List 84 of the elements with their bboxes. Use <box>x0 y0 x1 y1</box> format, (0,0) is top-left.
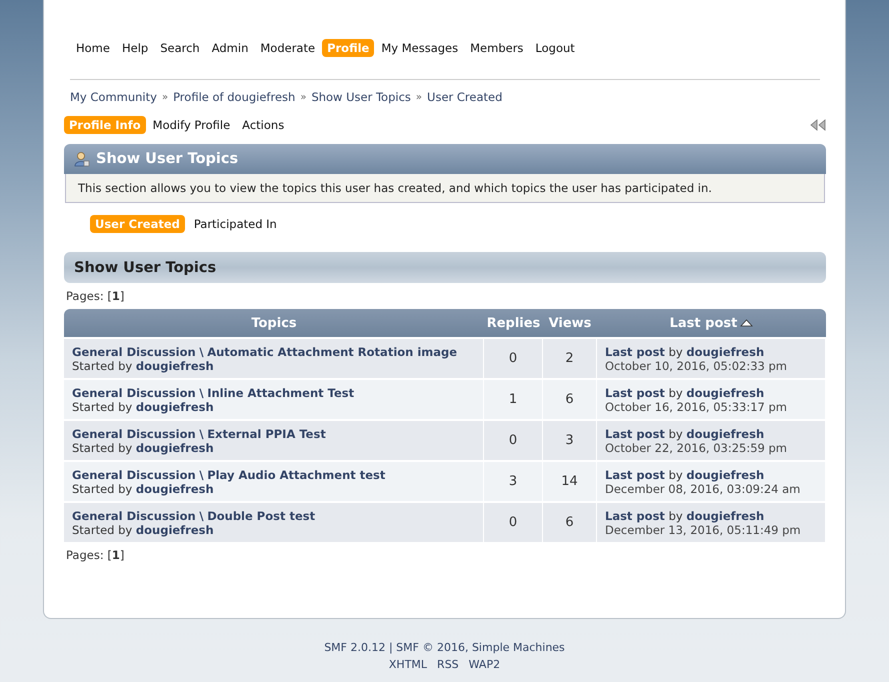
topic-link[interactable]: Inline Attachment Test <box>207 386 354 400</box>
member-link[interactable]: dougiefresh <box>686 426 764 440</box>
member-link[interactable]: dougiefresh <box>686 468 764 482</box>
views-count: 6 <box>565 515 574 530</box>
by-label: by <box>668 386 683 400</box>
views-count: 14 <box>561 474 578 489</box>
path-separator: \ <box>199 344 204 358</box>
footer-link[interactable]: XHTML <box>388 658 428 671</box>
post-date: October 22, 2016, 03:25:59 pm <box>605 440 788 454</box>
member-link[interactable]: dougiefresh <box>136 440 214 454</box>
by-label: by <box>668 426 683 440</box>
replies-count: 1 <box>508 392 518 407</box>
topic-link[interactable]: Double Post test <box>207 508 316 522</box>
menu-item[interactable]: Search <box>155 39 205 57</box>
breadcrumb-link[interactable]: User Created <box>427 90 502 104</box>
last-post-link[interactable]: Last post <box>605 426 665 440</box>
board-link[interactable]: General Discussion <box>72 508 196 522</box>
last-post-link[interactable]: Last post <box>605 386 665 400</box>
topic-link[interactable]: Play Audio Attachment test <box>207 468 386 482</box>
path-separator: \ <box>199 508 204 522</box>
member-link[interactable]: dougiefresh <box>136 482 214 496</box>
member-link[interactable]: dougiefresh <box>686 344 764 358</box>
board-link[interactable]: General Discussion <box>72 344 196 358</box>
member-link[interactable]: dougiefresh <box>686 508 764 522</box>
breadcrumb-link[interactable]: My Community <box>70 90 157 104</box>
topics-header: Show User Topics <box>64 252 826 283</box>
collapse-icon[interactable] <box>810 119 826 131</box>
board-link[interactable]: General Discussion <box>72 386 196 400</box>
by-label: by <box>668 508 683 522</box>
last-post-link[interactable]: Last post <box>605 344 665 358</box>
footer-link[interactable]: WAP2 <box>468 658 500 671</box>
menu-item[interactable]: Logout <box>530 39 580 57</box>
copyright-text: SMF 2.0.12 | SMF © 2016, Simple Machines <box>323 641 566 654</box>
menu-item[interactable]: My Messages <box>376 39 464 57</box>
menu-item[interactable]: Members <box>465 39 528 57</box>
user-icon <box>74 151 90 167</box>
breadcrumb-separator: » <box>162 92 168 102</box>
profile-tab[interactable]: Actions <box>237 116 290 134</box>
replies-count: 0 <box>508 351 518 366</box>
path-separator: \ <box>199 426 204 440</box>
board-link[interactable]: General Discussion <box>72 468 196 482</box>
started-label: Started by <box>72 400 132 414</box>
member-link[interactable]: dougiefresh <box>136 522 214 536</box>
breadcrumb-separator: » <box>416 92 422 102</box>
replies-count: 0 <box>508 515 518 530</box>
post-date: October 10, 2016, 05:02:33 pm <box>605 358 788 372</box>
menu-item[interactable]: Home <box>71 39 115 57</box>
section-description: This section allows you to view the topics this user has created, and which topics the user has participated in. <box>65 174 825 203</box>
replies-count: 0 <box>508 433 518 448</box>
started-label: Started by <box>72 482 132 496</box>
replies-count: 3 <box>508 474 518 489</box>
profile-tab[interactable]: Modify Profile <box>148 116 236 134</box>
views-count: 2 <box>565 351 574 366</box>
path-separator: \ <box>199 468 204 482</box>
started-label: Started by <box>72 522 132 536</box>
page-index: Pages: [1] <box>66 289 126 303</box>
breadcrumb-link[interactable]: Show User Topics <box>311 90 411 104</box>
path-separator: \ <box>199 386 204 400</box>
post-date: October 16, 2016, 05:33:17 pm <box>605 400 788 414</box>
views-count: 3 <box>565 433 574 448</box>
views-count: 6 <box>565 392 574 407</box>
topic-link[interactable]: External PPIA Test <box>207 426 326 440</box>
page-index: Pages: [1] <box>66 548 126 562</box>
breadcrumb-separator: » <box>300 92 306 102</box>
sub-tab[interactable]: Participated In <box>188 215 282 233</box>
member-link[interactable]: dougiefresh <box>136 358 214 372</box>
last-post-link[interactable]: Last post <box>605 508 665 522</box>
menu-item[interactable]: Moderate <box>255 39 320 57</box>
post-date: December 08, 2016, 03:09:24 am <box>605 482 800 496</box>
breadcrumb-link[interactable]: Profile of dougiefresh <box>173 90 296 104</box>
board-link[interactable]: General Discussion <box>72 426 196 440</box>
menu-item[interactable]: Help <box>116 39 154 57</box>
footer-link[interactable]: RSS <box>437 658 459 671</box>
post-date: December 13, 2016, 05:11:49 pm <box>605 522 801 536</box>
started-label: Started by <box>72 358 132 372</box>
started-label: Started by <box>72 440 132 454</box>
member-link[interactable]: dougiefresh <box>136 400 214 414</box>
last-post-link[interactable]: Last post <box>605 468 665 482</box>
menu-item[interactable]: Admin <box>206 39 254 57</box>
by-label: by <box>668 468 683 482</box>
by-label: by <box>668 344 683 358</box>
section-title: Show User Topics <box>96 151 238 167</box>
topic-link[interactable]: Automatic Attachment Rotation image <box>207 344 458 358</box>
member-link[interactable]: dougiefresh <box>686 386 764 400</box>
